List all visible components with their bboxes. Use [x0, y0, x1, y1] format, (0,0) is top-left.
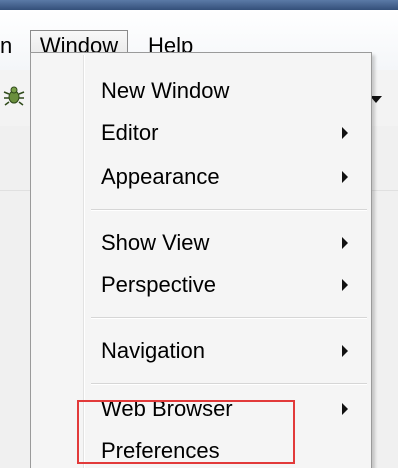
menu-separator [91, 383, 367, 385]
submenu-arrow-icon [342, 345, 348, 357]
submenu-arrow-icon [342, 127, 348, 139]
menu-item-new-window[interactable]: New Window [101, 77, 229, 105]
eclipse-window: n Window Help New Window Editor Appearan… [0, 0, 398, 468]
title-bar [0, 0, 398, 10]
menu-item-show-view[interactable]: Show View [101, 229, 209, 257]
submenu-arrow-icon [342, 237, 348, 249]
menu-item-navigation[interactable]: Navigation [101, 337, 205, 365]
debug-bug-icon[interactable] [2, 84, 26, 108]
menu-separator [91, 317, 367, 319]
submenu-arrow-icon [342, 403, 348, 415]
preferences-highlight-box [77, 400, 295, 464]
submenu-arrow-icon [342, 279, 348, 291]
menu-item-appearance[interactable]: Appearance [101, 163, 220, 191]
menu-partial-item[interactable]: n [0, 32, 16, 60]
menu-separator [91, 209, 367, 211]
submenu-arrow-icon [342, 171, 348, 183]
menu-item-perspective[interactable]: Perspective [101, 271, 216, 299]
menu-item-editor[interactable]: Editor [101, 119, 158, 147]
